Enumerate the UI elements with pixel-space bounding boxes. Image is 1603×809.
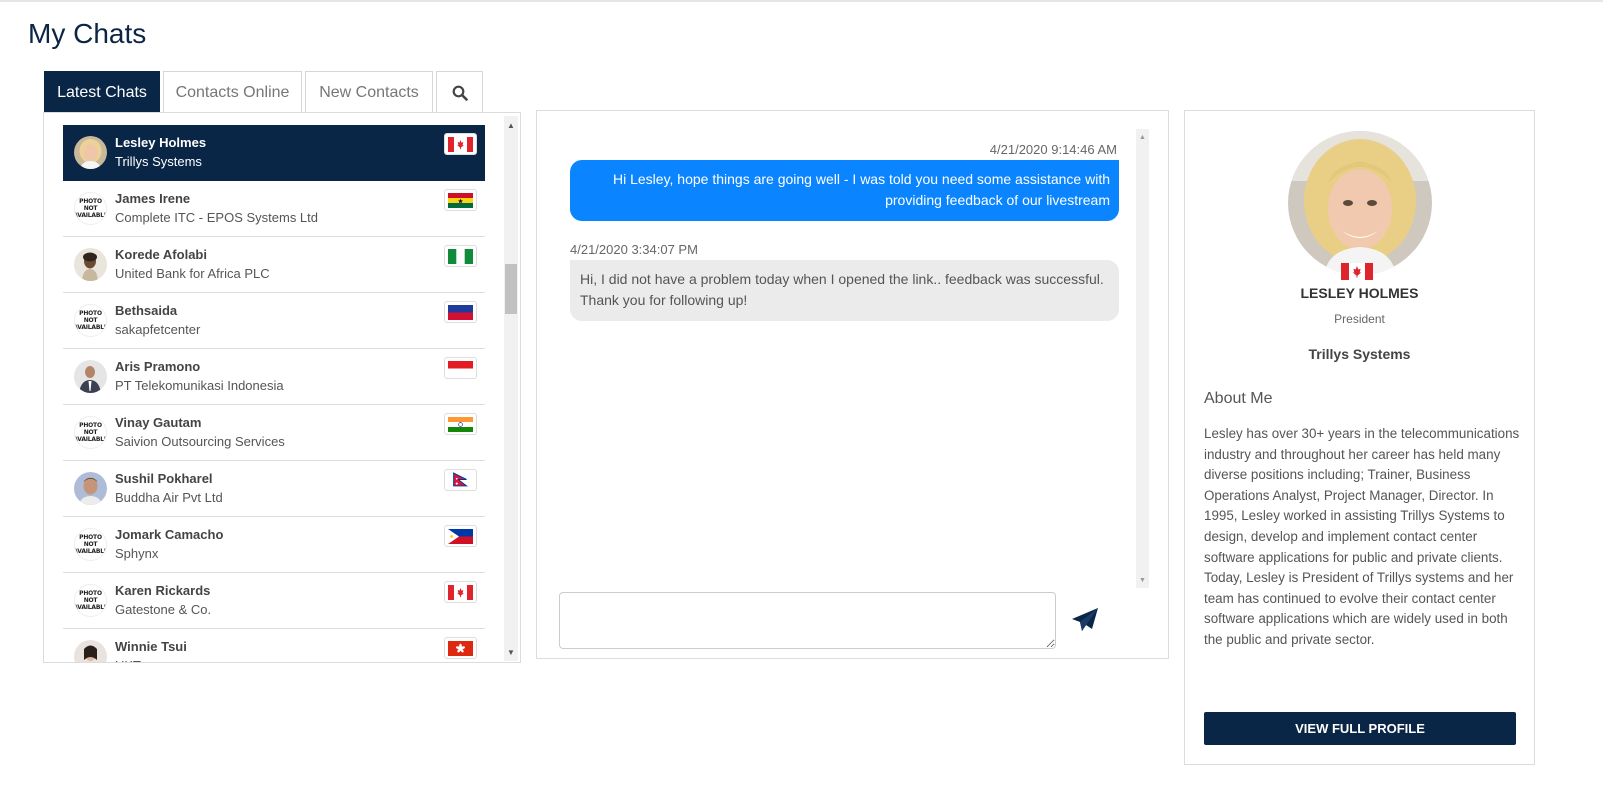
flag-badge <box>444 637 477 659</box>
contact-name: Vinay Gautam <box>115 415 202 430</box>
contact-company: Sphynx <box>115 546 159 561</box>
hong-kong-flag-icon <box>448 640 473 656</box>
scroll-down-arrow-icon[interactable]: ▼ <box>504 645 518 659</box>
flag-badge <box>444 525 477 547</box>
contact-list: Lesley Holmes Trillys Systems PHOTO NOT AVAI… <box>63 125 485 662</box>
contact-row[interactable]: PHOTO NOT AVAILABLE James Irene Complete ITC… <box>63 181 485 237</box>
page-title: My Chats <box>28 18 147 49</box>
chat-scrollbar[interactable]: ▲ ▼ <box>1136 129 1149 588</box>
flag-badge <box>444 581 477 603</box>
contact-name: Jomark Camacho <box>115 527 224 542</box>
contact-company: Trillys Systems <box>115 154 202 169</box>
canada-flag-icon <box>448 136 473 152</box>
indonesia-flag-icon <box>448 360 473 376</box>
message-timestamp: 4/21/2020 9:14:46 AM <box>989 142 1117 157</box>
contact-row[interactable]: Winnie Tsui HKT <box>63 629 485 662</box>
outgoing-message: Hi Lesley, hope things are going well - … <box>570 160 1119 221</box>
contact-name: James Irene <box>115 191 191 206</box>
flag-badge <box>444 357 477 379</box>
profile-company: Trillys Systems <box>1308 346 1411 362</box>
about-text: Lesley has over 30+ years in the telecom… <box>1204 426 1520 647</box>
about-heading: About Me <box>1204 390 1273 407</box>
contact-company: Buddha Air Pvt Ltd <box>115 490 223 505</box>
flag-badge <box>444 413 477 435</box>
contact-list-scrollbar[interactable]: ▲ ▼ <box>504 116 518 661</box>
contact-company: PT Telekomunikasi Indonesia <box>115 378 284 393</box>
view-full-profile-button[interactable]: VIEW FULL PROFILE <box>1204 712 1516 745</box>
profile-photo <box>1288 131 1432 275</box>
avatar <box>74 136 107 169</box>
send-button[interactable] <box>1067 603 1103 637</box>
contact-row[interactable]: Lesley Holmes Trillys Systems <box>63 125 485 181</box>
contact-company: Saivion Outsourcing Services <box>115 434 285 449</box>
contact-company: Complete ITC - EPOS Systems Ltd <box>115 210 319 225</box>
contact-name: Lesley Holmes <box>115 135 207 150</box>
canada-flag-icon <box>448 584 473 600</box>
ghana-flag-icon <box>448 192 473 208</box>
contact-name: Sushil Pokharel <box>115 471 213 486</box>
contact-name: Aris Pramono <box>115 359 201 374</box>
nepal-flag-icon <box>453 471 468 486</box>
chat-tabs: Latest Chats Contacts Online New Contact… <box>44 71 486 113</box>
contact-row[interactable]: PHOTO NOT AVAILABLE Jomark Camacho Sphynx <box>63 517 485 573</box>
contact-row[interactable]: Aris Pramono PT Telekomunikasi Indonesia <box>63 349 485 405</box>
flag-badge <box>444 301 477 323</box>
contact-company: Gatestone & Co. <box>115 602 212 617</box>
photo-not-available-avatar: PHOTO NOT AVAILABLE <box>74 192 107 225</box>
contact-name: Karen Rickards <box>115 583 211 598</box>
photo-not-available-avatar: PHOTO NOT AVAILABLE <box>74 416 107 449</box>
flag-badge <box>444 469 477 491</box>
scroll-thumb[interactable] <box>505 264 517 314</box>
india-flag-icon <box>448 416 473 432</box>
contact-name: Bethsaida <box>115 303 178 318</box>
contact-company: HKT <box>115 658 141 662</box>
incoming-message: Hi, I did not have a problem today when … <box>570 260 1119 321</box>
scroll-up-arrow-icon[interactable]: ▲ <box>1136 131 1149 143</box>
message-timestamp: 4/21/2020 3:34:07 PM <box>570 242 698 257</box>
search-icon <box>452 85 468 101</box>
tab-new-contacts[interactable]: New Contacts <box>305 71 433 113</box>
contact-row[interactable]: PHOTO NOT AVAILABLE Bethsaida sakapfetcenter <box>63 293 485 349</box>
tab-latest-chats[interactable]: Latest Chats <box>44 71 160 113</box>
canada-flag-icon <box>1341 263 1373 280</box>
contact-row[interactable]: PHOTO NOT AVAILABLE Karen Rickards Gatestone… <box>63 573 485 629</box>
nigeria-flag-icon <box>448 248 473 264</box>
avatar <box>74 360 107 393</box>
profile-panel: LESLEY HOLMES President Trillys Systems … <box>1184 110 1535 765</box>
profile-role: President <box>1334 312 1385 326</box>
flag-badge <box>444 189 477 211</box>
photo-not-available-avatar: PHOTO NOT AVAILABLE <box>74 304 107 337</box>
scroll-down-arrow-icon[interactable]: ▼ <box>1136 574 1149 586</box>
profile-name: LESLEY HOLMES <box>1300 285 1419 301</box>
flag-badge <box>444 245 477 267</box>
contact-list-panel: Lesley Holmes Trillys Systems PHOTO NOT AVAI… <box>43 112 521 663</box>
photo-not-available-avatar: PHOTO NOT AVAILABLE <box>74 528 107 561</box>
avatar <box>74 640 107 662</box>
tab-search[interactable] <box>436 71 483 113</box>
message-input[interactable] <box>559 592 1056 649</box>
scroll-up-arrow-icon[interactable]: ▲ <box>504 118 518 132</box>
haiti-flag-icon <box>448 304 473 320</box>
flag-badge <box>444 133 477 155</box>
contact-row[interactable]: Sushil Pokharel Buddha Air Pvt Ltd <box>63 461 485 517</box>
contact-name: Winnie Tsui <box>115 639 187 654</box>
avatar <box>74 472 107 505</box>
send-icon <box>1072 608 1098 631</box>
photo-not-available-avatar: PHOTO NOT AVAILABLE <box>74 584 107 617</box>
avatar <box>74 248 107 281</box>
chat-panel: 4/21/2020 9:14:46 AM Hi Lesley, hope thi… <box>536 110 1169 659</box>
top-border <box>0 0 1603 2</box>
contact-company: sakapfetcenter <box>115 322 201 337</box>
philippines-flag-icon <box>448 528 473 544</box>
contact-name: Korede Afolabi <box>115 247 207 262</box>
contact-row[interactable]: PHOTO NOT AVAILABLE Vinay Gautam Saivion Out… <box>63 405 485 461</box>
contact-row[interactable]: Korede Afolabi United Bank for Africa PLC <box>63 237 485 293</box>
tab-contacts-online[interactable]: Contacts Online <box>163 71 302 113</box>
contact-company: United Bank for Africa PLC <box>115 266 270 281</box>
